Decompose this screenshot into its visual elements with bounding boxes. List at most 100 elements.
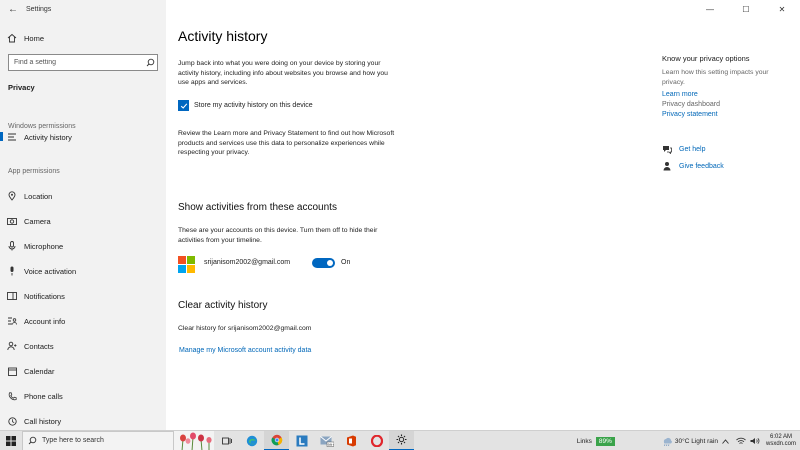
chrome-browser-icon[interactable] [264, 430, 289, 450]
get-help-row[interactable]: Get help [662, 145, 705, 154]
main-content: — ☐ ✕ Activity history Jump back into wh… [166, 0, 800, 430]
window-title: Settings [26, 5, 52, 13]
account-info-icon [0, 317, 24, 325]
clock-date: wsxdn.com [765, 441, 796, 447]
logo-square [187, 256, 195, 264]
intro-paragraph: Jump back into what you were doing on yo… [178, 59, 388, 88]
review-line: respecting your privacy. [178, 149, 250, 156]
sidebar-item-label: Camera [24, 216, 51, 226]
give-feedback-row[interactable]: Give feedback [662, 161, 724, 171]
sidebar-item-label: Account info [24, 316, 66, 326]
weather-icon[interactable] [659, 431, 675, 450]
sidebar-item-label: Phone calls [24, 391, 63, 401]
start-button[interactable] [0, 431, 22, 450]
svg-text:99+: 99+ [327, 442, 334, 446]
intro-line: use apps and services. [178, 79, 248, 86]
review-line: Review the Learn more and Privacy Statem… [178, 130, 395, 137]
active-indicator [0, 132, 3, 141]
privacy-options-description: Learn how this setting impacts your priv… [662, 68, 772, 87]
accounts-description: These are your accounts on this device. … [178, 226, 377, 245]
sidebar-item-account-info[interactable]: Account info [0, 313, 166, 329]
sidebar-item-activity-history[interactable]: Activity history [0, 129, 166, 145]
back-arrow-icon[interactable]: ← [0, 4, 26, 15]
taskbar-search-text: Type here to search [42, 437, 104, 444]
lens-app-icon[interactable] [289, 431, 314, 450]
location-icon [0, 191, 24, 201]
taskbar: Type here to search 99+ Links 89% 30°C L… [0, 430, 800, 450]
home-icon [0, 33, 24, 43]
mail-app-icon[interactable]: 99+ [314, 431, 339, 450]
store-activity-checkbox[interactable] [178, 100, 189, 111]
screen: ← Settings Home Privacy Windows permissi… [0, 0, 800, 450]
account-activity-toggle[interactable] [312, 258, 335, 268]
accounts-desc-line: These are your accounts on this device. … [178, 227, 378, 234]
taskbar-clock[interactable]: 6:02 AM wsxdn.com [766, 434, 796, 448]
sidebar-item-home[interactable]: Home [0, 30, 166, 46]
sidebar-item-voice-activation[interactable]: Voice activation [0, 263, 166, 279]
settings-app-icon[interactable] [389, 430, 414, 450]
sidebar-item-camera[interactable]: Camera [0, 213, 166, 229]
clear-history-title: Clear activity history [178, 300, 268, 311]
search-icon[interactable] [143, 58, 157, 67]
links-toolbar-label[interactable]: Links [577, 438, 592, 445]
account-row [178, 256, 195, 273]
logo-square [178, 256, 186, 264]
task-view-icon[interactable] [214, 431, 239, 450]
search-icon [28, 436, 37, 445]
minimize-button[interactable]: — [692, 0, 728, 18]
sidebar-item-microphone[interactable]: Microphone [0, 238, 166, 254]
sidebar-section-title: Privacy [8, 83, 35, 92]
office-app-icon[interactable] [339, 431, 364, 450]
sidebar-item-label: Location [24, 191, 53, 201]
sidebar-item-label: Microphone [24, 241, 64, 251]
store-activity-label: Store my activity history on this device [194, 102, 313, 109]
edge-browser-icon[interactable] [239, 431, 264, 450]
settings-sidebar: ← Settings Home Privacy Windows permissi… [0, 0, 166, 430]
logo-square [187, 265, 195, 273]
clear-history-description: Clear history for srijanisom2002@gmail.c… [178, 325, 312, 332]
get-help-label: Get help [679, 146, 706, 153]
battery-percentage: 89% [595, 436, 615, 446]
sidebar-item-location[interactable]: Location [0, 188, 166, 204]
page-title: Activity history [178, 28, 268, 44]
get-help-icon [662, 145, 676, 154]
account-email: srijanisom2002@gmail.com [204, 259, 291, 266]
sidebar-item-contacts[interactable]: Contacts [0, 338, 166, 354]
sidebar-item-label: Activity history [24, 132, 72, 142]
accounts-desc-line: activities from your timeline. [178, 236, 262, 244]
taskbar-search-box[interactable]: Type here to search [22, 430, 174, 450]
volume-icon[interactable] [748, 431, 762, 450]
intro-line: activity history, including info about w… [178, 69, 388, 77]
privacy-statement-link[interactable]: Privacy statement [662, 111, 718, 118]
review-paragraph: Review the Learn more and Privacy Statem… [178, 129, 394, 158]
sidebar-item-notifications[interactable]: Notifications [0, 288, 166, 304]
sidebar-item-label: Contacts [24, 341, 54, 351]
maximize-button[interactable]: ☐ [728, 0, 764, 18]
manage-account-activity-link[interactable]: Manage my Microsoft account activity dat… [179, 347, 311, 354]
opera-browser-icon[interactable] [364, 431, 389, 450]
give-feedback-label: Give feedback [679, 162, 724, 170]
store-activity-checkbox-row[interactable]: Store my activity history on this device [178, 100, 313, 111]
chevron-up-icon[interactable] [718, 431, 734, 450]
sidebar-item-label: Voice activation [24, 266, 77, 276]
logo-square [178, 265, 186, 273]
sidebar-item-call-history[interactable]: Call history [0, 413, 166, 429]
privacy-desc-line: Learn how this setting impacts your [662, 69, 769, 76]
sidebar-item-phone-calls[interactable]: Phone calls [0, 388, 166, 404]
find-setting-search-box[interactable] [8, 54, 158, 71]
weather-text[interactable]: 30°C Light rain [675, 438, 718, 445]
sidebar-item-label: Calendar [24, 366, 55, 376]
privacy-dashboard-link[interactable]: Privacy dashboard [662, 101, 720, 108]
sidebar-item-calendar[interactable]: Calendar [0, 363, 166, 379]
windows-logo-icon [6, 435, 16, 446]
calendar-icon [0, 367, 24, 376]
microphone-icon [0, 241, 24, 251]
notifications-icon [0, 292, 24, 300]
close-button[interactable]: ✕ [764, 0, 800, 18]
clock-time: 6:02 AM [769, 434, 792, 440]
accounts-section-title: Show activities from these accounts [178, 202, 337, 213]
system-tray: Links 89% 30°C Light rain 6:02 AM wsxdn.… [577, 431, 800, 450]
wifi-icon[interactable] [734, 431, 748, 450]
learn-more-link[interactable]: Learn more [662, 91, 698, 98]
find-setting-input[interactable] [9, 59, 143, 66]
